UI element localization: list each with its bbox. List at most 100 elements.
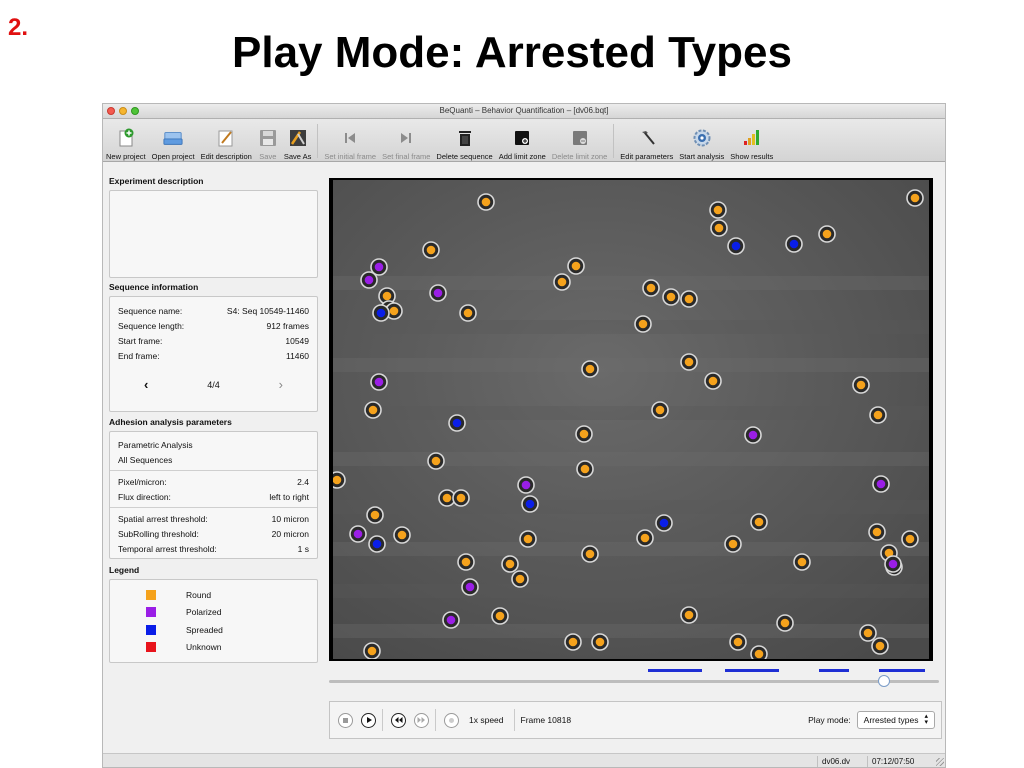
spatial-arrest-row: Spatial arrest threshold: 10 micron — [118, 511, 309, 526]
round-cell-marker — [666, 292, 676, 302]
start-analysis-button[interactable]: Start analysis — [676, 121, 727, 161]
legend-item-unknown: Unknown — [118, 639, 309, 657]
round-cell-marker — [367, 646, 377, 656]
new-document-icon — [116, 128, 136, 148]
round-cell-marker — [426, 245, 436, 255]
spreaded-cell-marker — [376, 308, 386, 318]
round-cell-marker — [822, 229, 832, 239]
set-final-frame-button[interactable]: Set final frame — [379, 121, 433, 161]
close-window-button[interactable] — [107, 107, 115, 115]
sequence-info-panel: Sequence name: S4: Seq 10549-11460 Seque… — [109, 296, 318, 412]
show-results-button[interactable]: Show results — [727, 121, 776, 161]
gear-icon — [692, 128, 712, 148]
round-cell-marker — [456, 493, 466, 503]
previous-sequence-button[interactable]: ‹ — [144, 377, 148, 392]
set-initial-frame-button[interactable]: Set initial frame — [321, 121, 379, 161]
play-button[interactable] — [361, 712, 376, 728]
spreaded-cell-marker — [452, 418, 462, 428]
round-cell-marker — [873, 410, 883, 420]
pixel-micron-row: Pixel/micron: 2.4 — [118, 474, 309, 489]
sequence-name-row: Sequence name: S4: Seq 10549-11460 — [118, 303, 309, 318]
stop-button[interactable] — [338, 712, 353, 728]
save-as-button[interactable]: Save As — [281, 121, 315, 161]
round-cell-marker — [754, 649, 764, 659]
end-frame-value: 11460 — [285, 350, 309, 361]
play-mode-value: Arrested types — [863, 715, 919, 725]
minimize-window-button[interactable] — [119, 107, 127, 115]
round-cell-marker — [481, 197, 491, 207]
adhesion-parameters-panel: Parametric Analysis All Sequences Pixel/… — [109, 431, 318, 559]
round-cell-marker — [684, 357, 694, 367]
trash-icon — [455, 128, 475, 148]
round-cell-marker — [714, 223, 724, 233]
background-band — [333, 624, 929, 638]
background-band — [333, 584, 929, 598]
skip-back-icon — [340, 128, 360, 148]
open-project-label: Open project — [151, 152, 195, 161]
round-cell-marker — [463, 308, 473, 318]
subrolling-row: SubRolling threshold: 20 micron — [118, 526, 309, 541]
temporal-arrest-label: Temporal arrest threshold: — [118, 543, 217, 554]
fast-forward-button[interactable] — [414, 712, 429, 728]
flux-direction-label: Flux direction: — [118, 491, 171, 502]
microscopy-frame[interactable] — [333, 180, 929, 659]
video-viewer[interactable] — [329, 178, 933, 661]
flux-direction-row: Flux direction: left to right — [118, 489, 309, 504]
round-cell-marker — [442, 493, 452, 503]
play-mode-select[interactable]: Arrested types ▴ ▾ — [856, 711, 935, 729]
delete-limit-zone-button[interactable]: Delete limit zone — [549, 121, 610, 161]
subrolling-value: 20 micron — [271, 528, 309, 539]
open-project-button[interactable]: Open project — [149, 121, 198, 161]
round-cell-marker — [863, 628, 873, 638]
background-band — [333, 542, 929, 556]
edit-description-button[interactable]: Edit description — [198, 121, 255, 161]
rewind-button[interactable] — [391, 712, 406, 728]
polarized-cell-marker — [374, 262, 384, 272]
zoom-window-button[interactable] — [131, 107, 139, 115]
show-results-label: Show results — [730, 152, 774, 161]
next-sequence-button[interactable]: › — [279, 377, 283, 392]
background-band — [333, 320, 929, 334]
rewind-icon — [395, 717, 403, 723]
status-filename: dv06.dv — [817, 756, 854, 767]
flux-direction-value: left to right — [269, 491, 309, 502]
pencil-icon — [216, 128, 236, 148]
speed-dial-button[interactable] — [444, 712, 459, 728]
timeline-slider-thumb[interactable] — [878, 675, 891, 687]
start-frame-label: Start frame: — [118, 335, 163, 346]
add-zone-icon — [512, 128, 532, 148]
round-cell-marker — [580, 464, 590, 474]
spreaded-cell-marker — [731, 241, 741, 251]
spreaded-cell-marker — [525, 499, 535, 509]
save-button[interactable]: Save — [255, 121, 281, 161]
end-frame-label: End frame: — [118, 350, 160, 361]
temporal-arrest-value: 1 s — [297, 543, 309, 554]
round-cell-marker — [640, 533, 650, 543]
spatial-arrest-label: Spatial arrest threshold: — [118, 513, 208, 524]
timeline-slider[interactable] — [329, 680, 939, 683]
delete-sequence-button[interactable]: Delete sequence — [433, 121, 495, 161]
divider — [110, 507, 317, 508]
hammer-icon — [637, 128, 657, 148]
round-cell-marker — [646, 283, 656, 293]
round-cell-marker — [505, 559, 515, 569]
edit-parameters-button[interactable]: Edit parameters — [617, 121, 676, 161]
background-band — [333, 452, 929, 466]
round-cell-marker — [733, 637, 743, 647]
resize-grip-icon[interactable] — [936, 758, 944, 766]
timeline-segment — [648, 669, 702, 672]
polarized-cell-marker — [446, 615, 456, 625]
round-cell-marker — [754, 517, 764, 527]
analysis-scope-row: All Sequences — [118, 452, 309, 467]
add-limit-zone-label: Add limit zone — [498, 152, 546, 161]
experiment-description-field[interactable] — [109, 190, 318, 278]
add-limit-zone-button[interactable]: Add limit zone — [496, 121, 549, 161]
start-analysis-label: Start analysis — [679, 152, 725, 161]
new-project-button[interactable]: New project — [103, 121, 149, 161]
title-bar: BeQuanti – Behavior Quantification – [dv… — [103, 104, 945, 119]
new-project-label: New project — [106, 152, 146, 161]
polarized-cell-marker — [353, 529, 363, 539]
delete-zone-icon — [570, 128, 590, 148]
round-cell-marker — [905, 534, 915, 544]
round-cell-marker — [684, 610, 694, 620]
